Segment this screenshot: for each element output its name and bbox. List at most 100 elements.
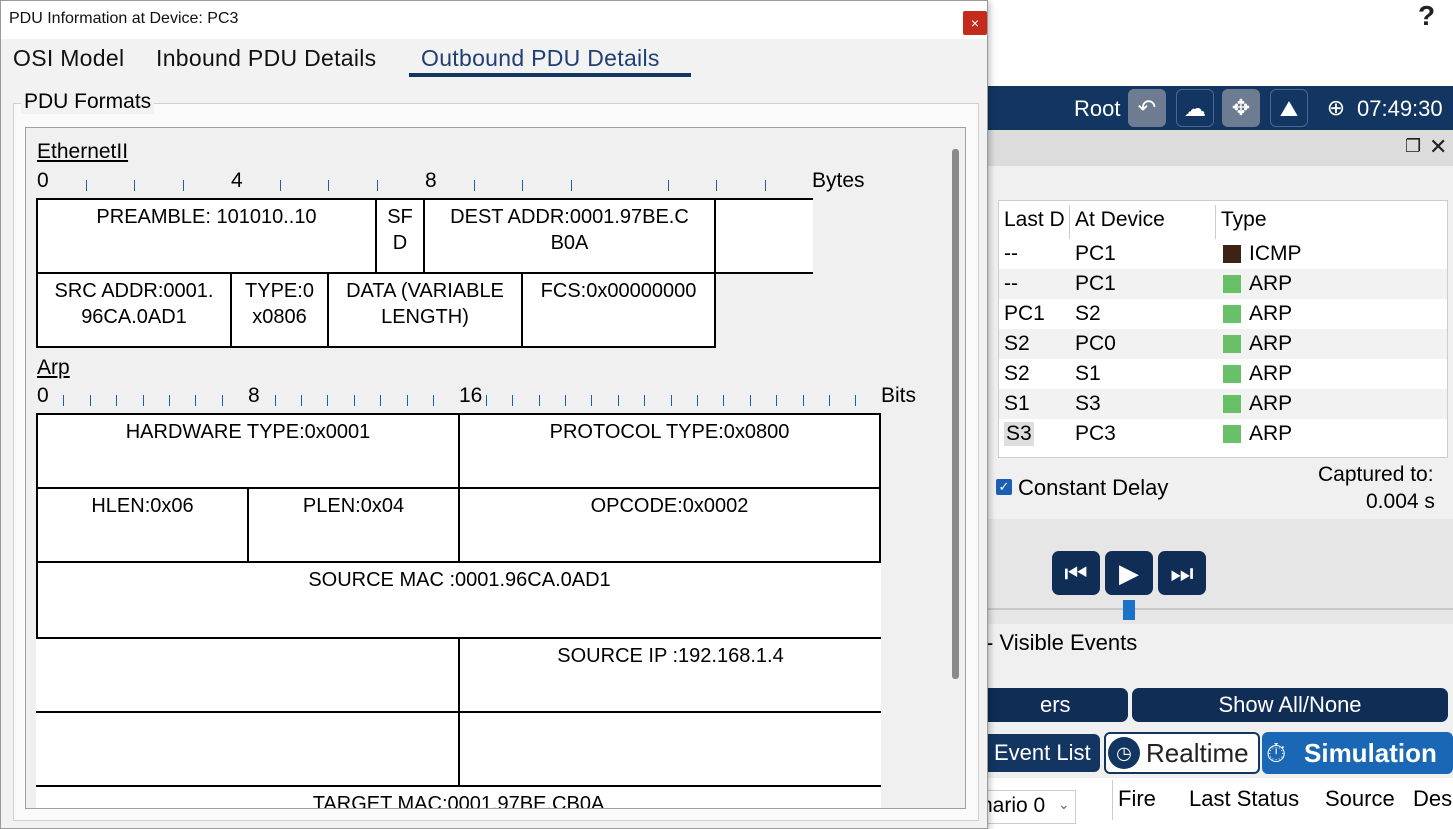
dialog-title: PDU Information at Device: PC3 bbox=[9, 10, 239, 27]
type-field: TYPE:0 x0806 bbox=[230, 272, 329, 348]
speed-slider-track[interactable] bbox=[988, 608, 1453, 610]
ruler-tick bbox=[221, 395, 223, 406]
table-row[interactable]: S1 S3 ARP bbox=[999, 389, 1447, 419]
at-device-cell: PC3 bbox=[1075, 422, 1116, 445]
source-mac-continued-field bbox=[36, 637, 460, 713]
ruler-tick bbox=[749, 395, 751, 406]
ruler-tick bbox=[274, 395, 276, 406]
ruler-tick bbox=[85, 180, 87, 191]
ruler-tick bbox=[182, 180, 184, 191]
chevron-down-icon[interactable]: ⌄ bbox=[1058, 796, 1070, 813]
ruler-tick bbox=[591, 395, 593, 406]
show-all-none-button[interactable]: Show All/None bbox=[1132, 688, 1448, 722]
column-header[interactable]: Source bbox=[1325, 786, 1395, 812]
type-color-swatch[interactable] bbox=[1223, 275, 1241, 293]
pdu-formats-scroll-view[interactable]: EthernetII 0 4 8 Bytes PREAMBLE: 101010.… bbox=[25, 127, 966, 809]
table-row[interactable]: PC1 S2 ARP bbox=[999, 299, 1447, 329]
constant-delay-checkbox[interactable]: ✓ bbox=[996, 479, 1012, 495]
ruler-tick bbox=[570, 180, 572, 191]
table-row[interactable]: S2 S1 ARP bbox=[999, 359, 1447, 389]
type-color-swatch[interactable] bbox=[1223, 245, 1241, 263]
ruler-unit-label: Bits bbox=[881, 384, 917, 407]
ruler-tick bbox=[565, 395, 566, 406]
ruler-tick bbox=[617, 395, 619, 406]
play-icon: ▶ bbox=[1119, 558, 1139, 588]
clock-time: 07:49:30 bbox=[1357, 96, 1443, 121]
column-divider[interactable] bbox=[1215, 205, 1216, 239]
column-divider[interactable] bbox=[1069, 205, 1070, 239]
ruler-tick bbox=[723, 395, 725, 406]
title-bar[interactable]: PDU Information at Device: PC3 × bbox=[1, 1, 987, 39]
speed-slider-handle[interactable] bbox=[1123, 600, 1135, 620]
tab-outbound-pdu-details[interactable]: Outbound PDU Details bbox=[421, 45, 660, 72]
ruler-tick bbox=[327, 395, 329, 406]
src-addr-field: SRC ADDR:0001. 96CA.0AD1 bbox=[36, 272, 232, 348]
pdu-information-dialog: PDU Information at Device: PC3 × OSI Mod… bbox=[0, 0, 988, 829]
new-cluster-button[interactable]: ☁ bbox=[1176, 89, 1214, 127]
ruler-label: 8 bbox=[425, 169, 437, 192]
viewport-button[interactable]: ⊕ bbox=[1316, 89, 1356, 127]
at-device-cell: S1 bbox=[1075, 362, 1101, 385]
column-header[interactable]: Last Status bbox=[1189, 786, 1299, 812]
ruler-label: 4 bbox=[231, 169, 243, 192]
source-ip-field: SOURCE IP :192.168.1.4 bbox=[458, 637, 881, 713]
help-icon[interactable]: ? bbox=[1418, 0, 1435, 32]
ethernet-section-title: EthernetII bbox=[37, 140, 129, 163]
type-color-swatch[interactable] bbox=[1223, 365, 1241, 383]
empty-field bbox=[714, 198, 813, 274]
table-row[interactable]: -- PC1 ICMP bbox=[999, 239, 1447, 269]
type-color-swatch[interactable] bbox=[1223, 425, 1241, 443]
type-color-swatch[interactable] bbox=[1223, 335, 1241, 353]
step-back-button[interactable]: ⏮ bbox=[1052, 551, 1100, 595]
column-header[interactable]: At Device bbox=[1075, 208, 1165, 232]
target-mac-upper-field bbox=[458, 711, 881, 787]
ruler-tick bbox=[644, 395, 646, 406]
ruler-tick bbox=[522, 180, 523, 191]
table-row[interactable]: S2 PC0 ARP bbox=[999, 329, 1447, 359]
column-header[interactable]: Last D bbox=[1004, 208, 1065, 232]
ruler-tick bbox=[63, 395, 65, 406]
root-label[interactable]: Root bbox=[1074, 96, 1120, 122]
ruler-unit-label: Bytes bbox=[812, 169, 865, 192]
event-list-button[interactable]: Event List bbox=[970, 734, 1100, 772]
close-button[interactable]: × bbox=[963, 11, 987, 35]
move-object-button[interactable]: ✥ bbox=[1222, 89, 1260, 127]
last-device-cell: -- bbox=[1004, 272, 1018, 295]
table-row[interactable]: -- PC1 ARP bbox=[999, 269, 1447, 299]
realtime-label: Realtime bbox=[1146, 738, 1249, 768]
ruler-tick bbox=[670, 395, 672, 406]
image-icon: ⛰ bbox=[1279, 96, 1299, 121]
simulation-panel-header bbox=[988, 130, 1453, 166]
type-cell: ICMP bbox=[1249, 242, 1302, 265]
close-icon[interactable]: ✕ bbox=[1429, 134, 1447, 160]
at-device-cell: PC1 bbox=[1075, 242, 1116, 265]
set-background-button[interactable]: ⛰ bbox=[1270, 89, 1308, 127]
ruler-tick bbox=[716, 180, 717, 191]
restore-icon[interactable]: ❐ bbox=[1405, 136, 1421, 157]
ruler-tick bbox=[328, 180, 329, 191]
ruler-tick bbox=[279, 180, 281, 191]
tab-inbound-pdu-details[interactable]: Inbound PDU Details bbox=[156, 45, 376, 72]
source-mac-field: SOURCE MAC :0001.96CA.0AD1 bbox=[36, 561, 881, 639]
ruler-tick bbox=[667, 180, 669, 191]
hlen-field: HLEN:0x06 bbox=[36, 487, 249, 563]
play-button[interactable]: ▶ bbox=[1105, 551, 1153, 595]
type-color-swatch[interactable] bbox=[1223, 395, 1241, 413]
tab-osi-model[interactable]: OSI Model bbox=[13, 45, 124, 72]
vertical-scrollbar[interactable] bbox=[952, 149, 959, 679]
step-forward-button[interactable]: ⏭ bbox=[1158, 551, 1206, 595]
column-header[interactable]: Des bbox=[1413, 786, 1452, 812]
ruler-tick bbox=[406, 395, 408, 406]
column-header[interactable]: Type bbox=[1221, 208, 1267, 232]
type-cell: ARP bbox=[1249, 422, 1293, 445]
ruler-tick bbox=[89, 395, 91, 406]
simulation-mode-tab[interactable]: Simulation bbox=[1262, 732, 1453, 774]
fcs-field: FCS:0x00000000 bbox=[521, 272, 716, 348]
last-device-cell: PC1 bbox=[1004, 302, 1045, 325]
table-row[interactable]: S3 PC3 ARP bbox=[999, 419, 1447, 449]
type-color-swatch[interactable] bbox=[1223, 305, 1241, 323]
column-header[interactable]: Fire bbox=[1118, 786, 1156, 812]
ruler-tick bbox=[301, 395, 302, 406]
sfd-field: SF D bbox=[375, 198, 425, 274]
back-button[interactable]: ↶ bbox=[1128, 89, 1166, 127]
